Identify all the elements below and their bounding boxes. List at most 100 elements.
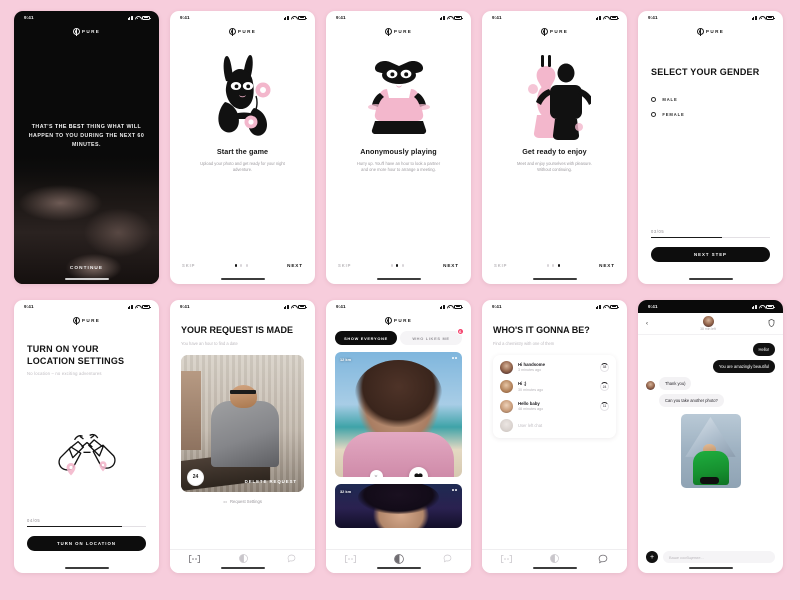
tab-requests[interactable]	[501, 554, 513, 563]
onboarding-illustration-2	[326, 35, 471, 147]
list-item-left-chat: User left chat	[500, 419, 609, 432]
app-logo: PURE	[14, 313, 159, 325]
status-bar: 9:41	[14, 300, 159, 313]
status-indicators	[283, 304, 307, 309]
like-button[interactable]	[408, 467, 428, 477]
tab-chats[interactable]	[598, 554, 608, 564]
dot-3[interactable]	[557, 264, 560, 267]
skip-button[interactable]: SKIP	[494, 263, 507, 268]
tab-show-everyone[interactable]: SHOW EVERYONE	[335, 331, 397, 345]
delete-request-button[interactable]: DELETE REQUEST	[245, 479, 297, 484]
onboarding-subtitle: Hurry up. You'll have an hour to look a …	[356, 161, 441, 173]
tab-requests[interactable]	[189, 554, 201, 563]
next-button[interactable]: NEXT	[599, 263, 615, 268]
heart-icon	[413, 472, 423, 477]
status-time: 9:41	[492, 304, 502, 309]
signal-icon	[439, 304, 445, 309]
home-indicator	[688, 567, 733, 569]
list-item[interactable]: Hi handsome 3 minutes ago 38	[500, 360, 609, 374]
gender-options: MALE FEMALE	[651, 96, 770, 118]
list-item[interactable]: Hi ;) 30 minutes ago 24	[500, 380, 609, 393]
radio-option-female[interactable]: FEMALE	[651, 111, 770, 118]
card-bracket-icon	[345, 554, 357, 563]
signal-icon	[283, 15, 289, 20]
dot-3[interactable]	[401, 264, 404, 267]
screen-select-gender: 9:41 PURE SELECT YOUR GENDER MALE FEMALE	[638, 11, 783, 284]
wifi-icon	[135, 305, 140, 309]
skip-button[interactable]: SKIP	[338, 263, 351, 268]
status-time: 9:41	[24, 304, 34, 309]
page-title: TURN ON YOUR LOCATION SETTINGS	[27, 344, 125, 366]
pagination-dots	[546, 264, 560, 267]
wifi-icon	[291, 16, 296, 20]
continue-button[interactable]: CONTINUE	[14, 265, 159, 270]
screen-onboarding-1: 9:41 PURE Start the game Upload your pho…	[170, 11, 315, 284]
request-settings-link[interactable]: ⚏ Request Settings	[181, 499, 304, 505]
tab-feed[interactable]	[239, 554, 248, 563]
request-body: YOUR REQUEST IS MADE You have an hour to…	[170, 313, 315, 573]
feed-card-1[interactable]: 12 km ✕	[335, 352, 462, 477]
likes-badge: 6	[456, 327, 464, 335]
chevron-left-icon[interactable]: ‹	[646, 321, 648, 327]
next-button[interactable]: NEXT	[443, 263, 459, 268]
status-indicators	[127, 304, 151, 309]
signal-icon	[595, 304, 601, 309]
wifi-icon	[759, 305, 764, 309]
status-indicators	[751, 304, 775, 309]
tab-who-likes-me[interactable]: WHO LIKES ME	[400, 331, 462, 345]
intro-photo	[14, 149, 159, 284]
home-indicator	[64, 278, 109, 280]
chat-time: 3 minutes ago	[518, 368, 542, 373]
status-indicators	[595, 15, 619, 20]
turn-on-location-button[interactable]: TURN ON LOCATION	[27, 536, 146, 551]
list-item[interactable]: Hello baby 48 minutes ago 11	[500, 399, 609, 413]
couple-illustration	[527, 55, 591, 140]
message-input[interactable]: Ваше сообщение...	[663, 551, 775, 563]
dot-3[interactable]	[245, 264, 248, 267]
status-indicators	[751, 15, 775, 20]
next-step-button[interactable]: NEXT STEP	[651, 247, 770, 262]
message-bubble-incoming: Can you take another photo?	[659, 394, 724, 407]
chat-list-body: WHO'S IT GONNA BE? Find a chemistry with…	[482, 313, 627, 573]
status-time: 9:41	[336, 15, 346, 20]
status-time: 9:41	[24, 15, 34, 20]
bottom-tabbar	[170, 549, 315, 573]
app-logo: PURE	[14, 24, 159, 36]
chat-timer: 38	[600, 362, 609, 372]
avatar	[500, 360, 513, 374]
card-actions: ✕	[335, 467, 462, 477]
sliders-icon: ⚏	[223, 498, 228, 504]
card-indicator-dots	[452, 489, 457, 491]
status-time: 9:41	[336, 304, 346, 309]
onboarding-illustration-1	[170, 35, 315, 147]
shield-icon[interactable]	[768, 318, 775, 329]
chat-bubble-icon	[443, 554, 452, 563]
tab-requests[interactable]	[345, 554, 357, 563]
tab-feed[interactable]	[394, 553, 405, 564]
tab-chats[interactable]	[287, 554, 296, 563]
dot-1[interactable]	[546, 264, 549, 267]
card-bracket-icon	[501, 554, 513, 563]
screen-feed: 9:41 PURE SHOW EVERYONE WHO LIKES ME 6 1…	[326, 300, 471, 573]
dot-1[interactable]	[234, 264, 237, 267]
message-photo[interactable]	[680, 414, 741, 488]
request-photo-card[interactable]: 24 DELETE REQUEST	[181, 354, 304, 492]
dot-2[interactable]	[240, 264, 243, 267]
skip-button[interactable]: ✕	[369, 470, 383, 477]
tab-chats[interactable]	[443, 554, 452, 563]
message-bubble-incoming: Thank you)	[659, 377, 692, 390]
dot-2[interactable]	[552, 264, 555, 267]
progress-indicator: 04/05	[27, 518, 146, 527]
feed-card-2[interactable]: 32 km	[335, 484, 462, 528]
onboarding-footer: SKIP NEXT	[170, 263, 315, 268]
pure-logo-icon	[696, 28, 704, 36]
skip-button[interactable]: SKIP	[182, 263, 195, 268]
avatar	[500, 380, 513, 393]
dot-2[interactable]	[396, 264, 399, 267]
dot-1[interactable]	[390, 264, 393, 267]
plus-icon[interactable]: +	[646, 551, 658, 563]
tab-feed[interactable]	[550, 554, 560, 563]
radio-option-male[interactable]: MALE	[651, 96, 770, 102]
app-name: PURE	[549, 29, 569, 34]
next-button[interactable]: NEXT	[287, 263, 303, 268]
